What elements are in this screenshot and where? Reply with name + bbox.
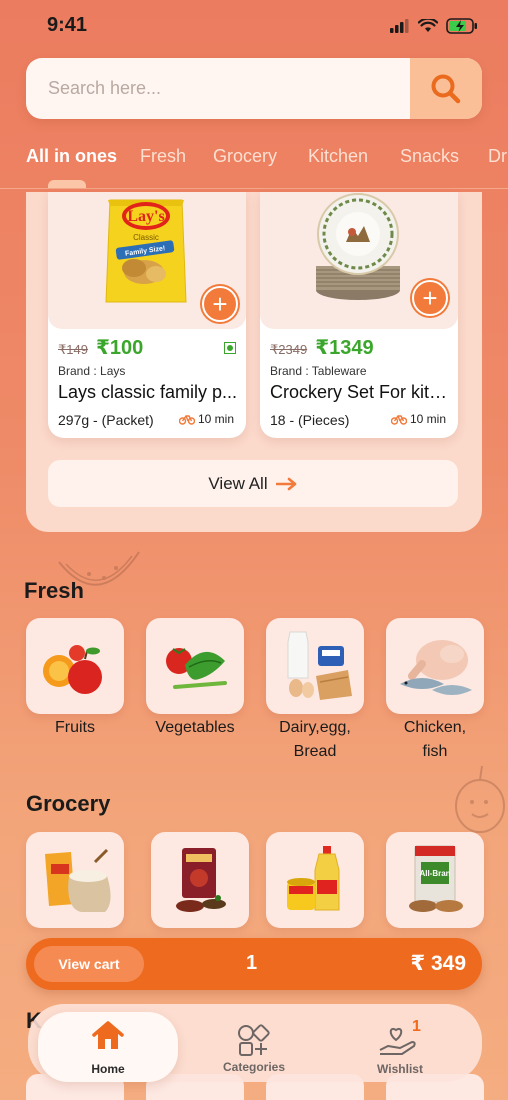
- search-button[interactable]: [410, 58, 482, 119]
- signal-icon: [390, 19, 409, 33]
- nav-home[interactable]: Home: [38, 1012, 178, 1082]
- tabs-divider: [0, 188, 508, 189]
- category-tile-chicken-fish[interactable]: [386, 618, 484, 714]
- product-brand: Brand : Lays: [58, 364, 126, 378]
- delivery-time: 10 min: [390, 412, 446, 426]
- home-icon: [92, 1021, 124, 1049]
- search-bar: [26, 58, 482, 119]
- section-title-fresh: Fresh: [24, 578, 84, 603]
- tab-fresh[interactable]: Fresh: [140, 146, 186, 167]
- cereal-box-text: All-Bran: [419, 869, 450, 878]
- category-label: Fruits: [55, 719, 95, 736]
- view-cart-button[interactable]: View cart: [34, 946, 144, 982]
- brand-logo-text: Lay's: [127, 208, 164, 225]
- current-price: ₹1349: [315, 337, 374, 359]
- bottom-nav: Home Categories 1 Wishlist: [28, 1004, 482, 1082]
- category-tile-oil[interactable]: [266, 832, 364, 928]
- product-card[interactable]: + ₹2349 ₹1349 Brand : Tableware Crockery…: [260, 192, 458, 438]
- cart-bar[interactable]: View cart 1 ₹ 349: [26, 938, 482, 990]
- product-image-area: Lay's Classic Family Size! +: [48, 192, 246, 329]
- delivery-time: 10 min: [178, 412, 234, 426]
- delivery-time-text: 10 min: [197, 412, 234, 426]
- category-label: Vegetables: [155, 719, 235, 736]
- product-quantity: 18 - (Pieces): [270, 412, 350, 428]
- arrow-right-icon: [275, 477, 296, 490]
- product-name: Crockery Set For kitc...: [270, 382, 452, 402]
- wishlist-count-badge: 1: [412, 1018, 421, 1035]
- nav-categories-label: Categories: [222, 1060, 286, 1074]
- atta-image: [45, 848, 111, 912]
- view-all-button[interactable]: View All: [48, 460, 458, 507]
- category-label-line1: Chicken,: [403, 719, 467, 736]
- old-price: ₹149: [58, 342, 88, 357]
- wifi-icon: [418, 19, 438, 32]
- category-label: Chicken, fish: [380, 716, 490, 764]
- status-icons: [390, 18, 478, 34]
- pumpkin-doodle-icon: [455, 765, 505, 833]
- dairy-image: [287, 631, 352, 700]
- veg-indicator-icon: [224, 342, 236, 354]
- tab-snacks[interactable]: Snacks: [400, 146, 459, 167]
- battery-icon: [446, 18, 477, 34]
- section-title-grocery: Grocery: [26, 791, 111, 816]
- add-to-cart-button[interactable]: +: [202, 286, 238, 322]
- masala-image: [176, 848, 226, 912]
- add-to-cart-button[interactable]: +: [412, 280, 448, 316]
- chicken-image: [400, 640, 472, 695]
- nav-wishlist[interactable]: 1 Wishlist: [352, 1014, 448, 1076]
- status-time: 9:41: [47, 14, 88, 36]
- tab-all-in-ones[interactable]: All in ones: [26, 146, 117, 167]
- nav-categories[interactable]: Categories: [206, 1014, 302, 1076]
- tab-kitchen[interactable]: Kitchen: [308, 146, 368, 167]
- category-tabs: All in ones Fresh Grocery Kitchen Snacks…: [0, 140, 508, 188]
- search-icon: [431, 74, 461, 103]
- cart-item-count: 1: [246, 952, 258, 974]
- active-tab-indicator: [48, 180, 86, 188]
- product-card[interactable]: Lay's Classic Family Size! + ₹149 ₹100 B…: [48, 192, 246, 438]
- category-tile-dairy[interactable]: [266, 618, 364, 714]
- tab-grocery[interactable]: Grocery: [213, 146, 277, 167]
- categories-icon: [238, 1024, 270, 1056]
- cereal-image: All-Bran: [409, 845, 463, 912]
- product-name: Lays classic family p...: [58, 382, 238, 402]
- cart-total: ₹ 349: [410, 952, 466, 975]
- oil-image: [287, 846, 340, 911]
- category-label-line1: Dairy,egg,: [279, 719, 351, 736]
- status-bar: 9:41: [0, 0, 508, 52]
- product-brand: Brand : Tableware: [270, 364, 367, 378]
- view-all-label: View All: [208, 473, 268, 493]
- bike-icon: [178, 415, 195, 425]
- nav-wishlist-label: Wishlist: [377, 1062, 423, 1076]
- chips-flavor-text: Classic: [133, 233, 159, 242]
- category-tile-atta[interactable]: [26, 832, 124, 928]
- category-tile-vegetables[interactable]: [146, 618, 244, 714]
- category-tile-fruits[interactable]: [26, 618, 124, 714]
- price-row: ₹2349 ₹1349: [270, 335, 374, 360]
- fruits-image: [43, 645, 102, 694]
- tab-drinks[interactable]: Dr: [488, 146, 507, 167]
- product-quantity: 297g - (Packet): [58, 412, 154, 428]
- bike-icon: [390, 415, 407, 425]
- category-label-line2: fish: [422, 743, 448, 760]
- search-input[interactable]: [26, 58, 410, 119]
- current-price: ₹100: [95, 337, 144, 359]
- price-row: ₹149 ₹100: [58, 335, 143, 360]
- product-image-area: +: [260, 192, 458, 329]
- category-label-line2: Bread: [293, 743, 337, 760]
- old-price: ₹2349: [270, 342, 308, 357]
- category-label: Dairy,egg, Bread: [260, 716, 370, 764]
- nav-home-label: Home: [91, 1062, 125, 1076]
- delivery-time-text: 10 min: [409, 412, 446, 426]
- category-tile-cereal[interactable]: All-Bran: [386, 832, 484, 928]
- category-tile-masala[interactable]: [151, 832, 249, 928]
- vegetables-image: [166, 648, 227, 689]
